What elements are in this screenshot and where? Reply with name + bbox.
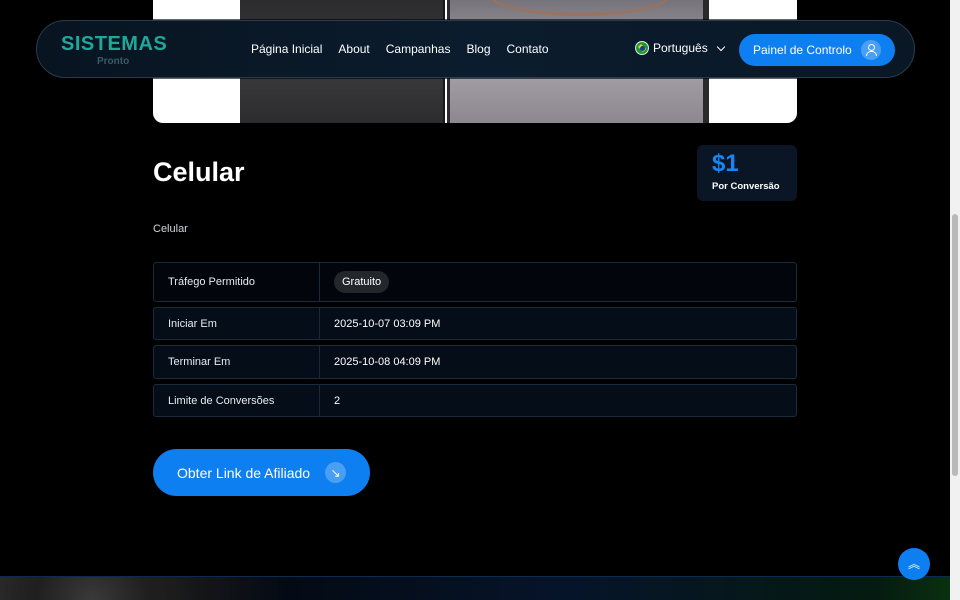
nav-link-blog[interactable]: Blog	[466, 42, 490, 56]
back-to-top-button[interactable]: ︽	[898, 548, 930, 580]
footer-top-edge	[0, 576, 950, 600]
detail-row-limit: Limite de Conversões 2	[153, 384, 797, 417]
language-selector[interactable]: Português	[635, 41, 725, 55]
dashboard-button-label: Painel de Controlo	[753, 43, 852, 57]
chevron-down-icon	[716, 42, 725, 51]
traffic-badge: Gratuito	[334, 271, 390, 293]
scrollbar-thumb[interactable]	[952, 214, 958, 476]
double-chevron-up-icon: ︽	[907, 557, 920, 571]
affiliate-button-label: Obter Link de Afiliado	[177, 464, 311, 481]
detail-label: Limite de Conversões	[154, 385, 320, 416]
detail-value: 2	[334, 394, 341, 407]
logo-sub-text: Pronto	[97, 56, 130, 67]
logo-main-text: SISTEMAS	[61, 33, 168, 55]
detail-value: Gratuito	[320, 271, 390, 293]
campaign-description: Celular	[153, 223, 188, 235]
detail-label: Tráfego Permitido	[154, 263, 320, 301]
camera-ring	[490, 0, 670, 16]
detail-row-traffic: Tráfego Permitido Gratuito	[153, 262, 797, 302]
price-label: Por Conversão	[712, 181, 780, 192]
nav-menu: Página Inicial About Campanhas Blog Cont…	[251, 42, 549, 56]
arrow-down-right-icon: ↘	[325, 462, 346, 483]
user-icon	[861, 40, 881, 60]
nav-link-contact[interactable]: Contato	[507, 42, 549, 56]
campaign-title: Celular	[153, 157, 245, 187]
nav-link-about[interactable]: About	[338, 42, 369, 56]
top-navbar: SISTEMAS Pronto Página Inicial About Cam…	[36, 20, 915, 78]
get-affiliate-link-button[interactable]: Obter Link de Afiliado ↘	[153, 449, 370, 496]
price-card: $1 Por Conversão	[697, 145, 797, 201]
detail-label: Terminar Em	[154, 346, 320, 378]
brazil-flag-icon	[635, 41, 649, 55]
price-value: $1	[712, 150, 739, 177]
site-logo[interactable]: SISTEMAS Pronto	[61, 33, 168, 67]
dashboard-button[interactable]: Painel de Controlo	[739, 34, 895, 66]
nav-link-home[interactable]: Página Inicial	[251, 42, 322, 56]
detail-row-start: Iniciar Em 2025-10-07 03:09 PM	[153, 307, 797, 340]
nav-link-campaigns[interactable]: Campanhas	[386, 42, 451, 56]
language-label: Português	[653, 41, 708, 55]
detail-label: Iniciar Em	[154, 308, 320, 339]
detail-value: 2025-10-07 03:09 PM	[334, 317, 441, 330]
detail-value: 2025-10-08 04:09 PM	[334, 356, 441, 368]
detail-row-end: Terminar Em 2025-10-08 04:09 PM	[153, 345, 797, 379]
